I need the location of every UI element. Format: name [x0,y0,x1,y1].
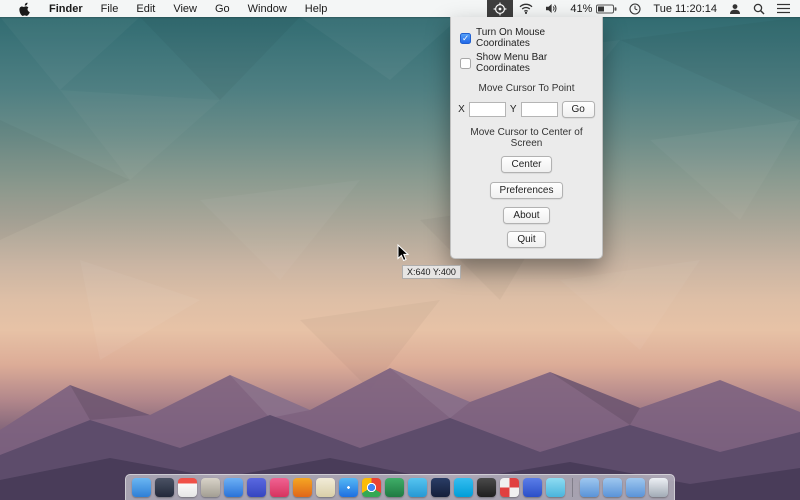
menu-item-go[interactable]: Go [206,0,239,17]
trash-icon[interactable] [649,478,668,497]
dock-right [580,478,668,497]
battery-menu-extra[interactable]: 41% [564,0,623,17]
wifi-menu-extra[interactable] [513,0,539,17]
apple-menu[interactable] [10,0,40,17]
safari-icon[interactable] [339,478,358,497]
finder-icon[interactable] [132,478,151,497]
menu-bar-status-area: 41% Tue 11:20:14 [487,0,800,17]
mouse-coordinates-panel: Turn On Mouse Coordinates Show Menu Bar … [450,17,603,259]
itunes-icon[interactable] [270,478,289,497]
excel-icon[interactable] [385,478,404,497]
x-coordinate-input[interactable] [468,102,506,117]
mouse-cursor [397,243,410,267]
menu-item-window[interactable]: Window [239,0,296,17]
y-label: Y [509,104,517,115]
turn-on-mouse-coordinates-checkbox[interactable] [460,32,471,44]
chrome-icon[interactable] [362,478,381,497]
show-menu-bar-coordinates-label: Show Menu Bar Coordinates [476,52,548,74]
clock-menu-extra[interactable] [623,0,647,17]
dock [125,474,675,500]
calendar-icon[interactable] [178,478,197,497]
menu-item-view[interactable]: View [164,0,206,17]
menu-item-edit[interactable]: Edit [127,0,164,17]
mail-icon[interactable] [224,478,243,497]
move-cursor-to-point-label: Move Cursor To Point [478,83,575,94]
crosshair-icon [493,2,507,15]
move-cursor-center-label: Move Cursor to Center of Screen [470,127,583,149]
minimized-window-icon-2[interactable] [603,478,622,497]
turn-on-mouse-coordinates-row[interactable]: Turn On Mouse Coordinates [460,27,596,49]
user-menu-extra[interactable] [723,0,747,17]
volume-menu-extra[interactable] [539,0,564,17]
dock-divider [572,478,573,497]
show-menu-bar-coordinates-row[interactable]: Show Menu Bar Coordinates [460,52,596,74]
coordinate-tooltip: X:640 Y:400 [402,265,461,279]
volume-icon [546,4,557,13]
go-button[interactable]: Go [561,101,595,118]
show-menu-bar-coordinates-checkbox[interactable] [460,57,471,69]
user-icon [730,3,740,14]
clock-icon [629,2,641,15]
list-icon [777,3,790,14]
preferences-button[interactable]: Preferences [489,182,564,199]
menu-item-finder[interactable]: Finder [40,0,92,17]
notification-center-menu-extra[interactable] [771,0,796,17]
about-button[interactable]: About [503,207,550,224]
spotlight-menu-extra[interactable] [747,0,771,17]
photoshop-icon[interactable] [431,478,450,497]
battery-percent: 41% [570,2,593,15]
mouse-coordinates-menu-extra[interactable] [487,0,514,17]
quit-button[interactable]: Quit [507,231,546,248]
twitter-icon[interactable] [408,478,427,497]
menu-item-help[interactable]: Help [296,0,337,17]
battery-icon [596,4,617,13]
launchpad-icon[interactable] [155,478,174,497]
turn-on-mouse-coordinates-label: Turn On Mouse Coordinates [476,27,546,49]
maps-icon[interactable] [316,478,335,497]
menu-item-file[interactable]: File [92,0,128,17]
terminal-icon[interactable] [477,478,496,497]
menu-bar-clock[interactable]: Tue 11:20:14 [647,3,723,15]
pinwheel-icon[interactable] [500,478,519,497]
menu-bar: Finder File Edit View Go Window Help 41%… [0,0,800,17]
firefox-icon[interactable] [293,478,312,497]
search-icon [753,3,765,15]
wifi-icon [519,3,533,14]
y-coordinate-input[interactable] [520,102,558,117]
minimized-window-icon-1[interactable] [580,478,599,497]
minimized-window-icon-3[interactable] [626,478,645,497]
x-label: X [458,104,465,115]
center-button[interactable]: Center [501,156,552,173]
menu-bar-left: Finder File Edit View Go Window Help [0,0,336,17]
app-store-icon[interactable] [247,478,266,497]
contacts-icon[interactable] [201,478,220,497]
screen: Finder File Edit View Go Window Help 41%… [0,0,800,500]
cube-icon[interactable] [523,478,542,497]
box-icon[interactable] [546,478,565,497]
skype-icon[interactable] [454,478,473,497]
apple-icon [19,2,30,16]
dock-apps [132,478,565,497]
